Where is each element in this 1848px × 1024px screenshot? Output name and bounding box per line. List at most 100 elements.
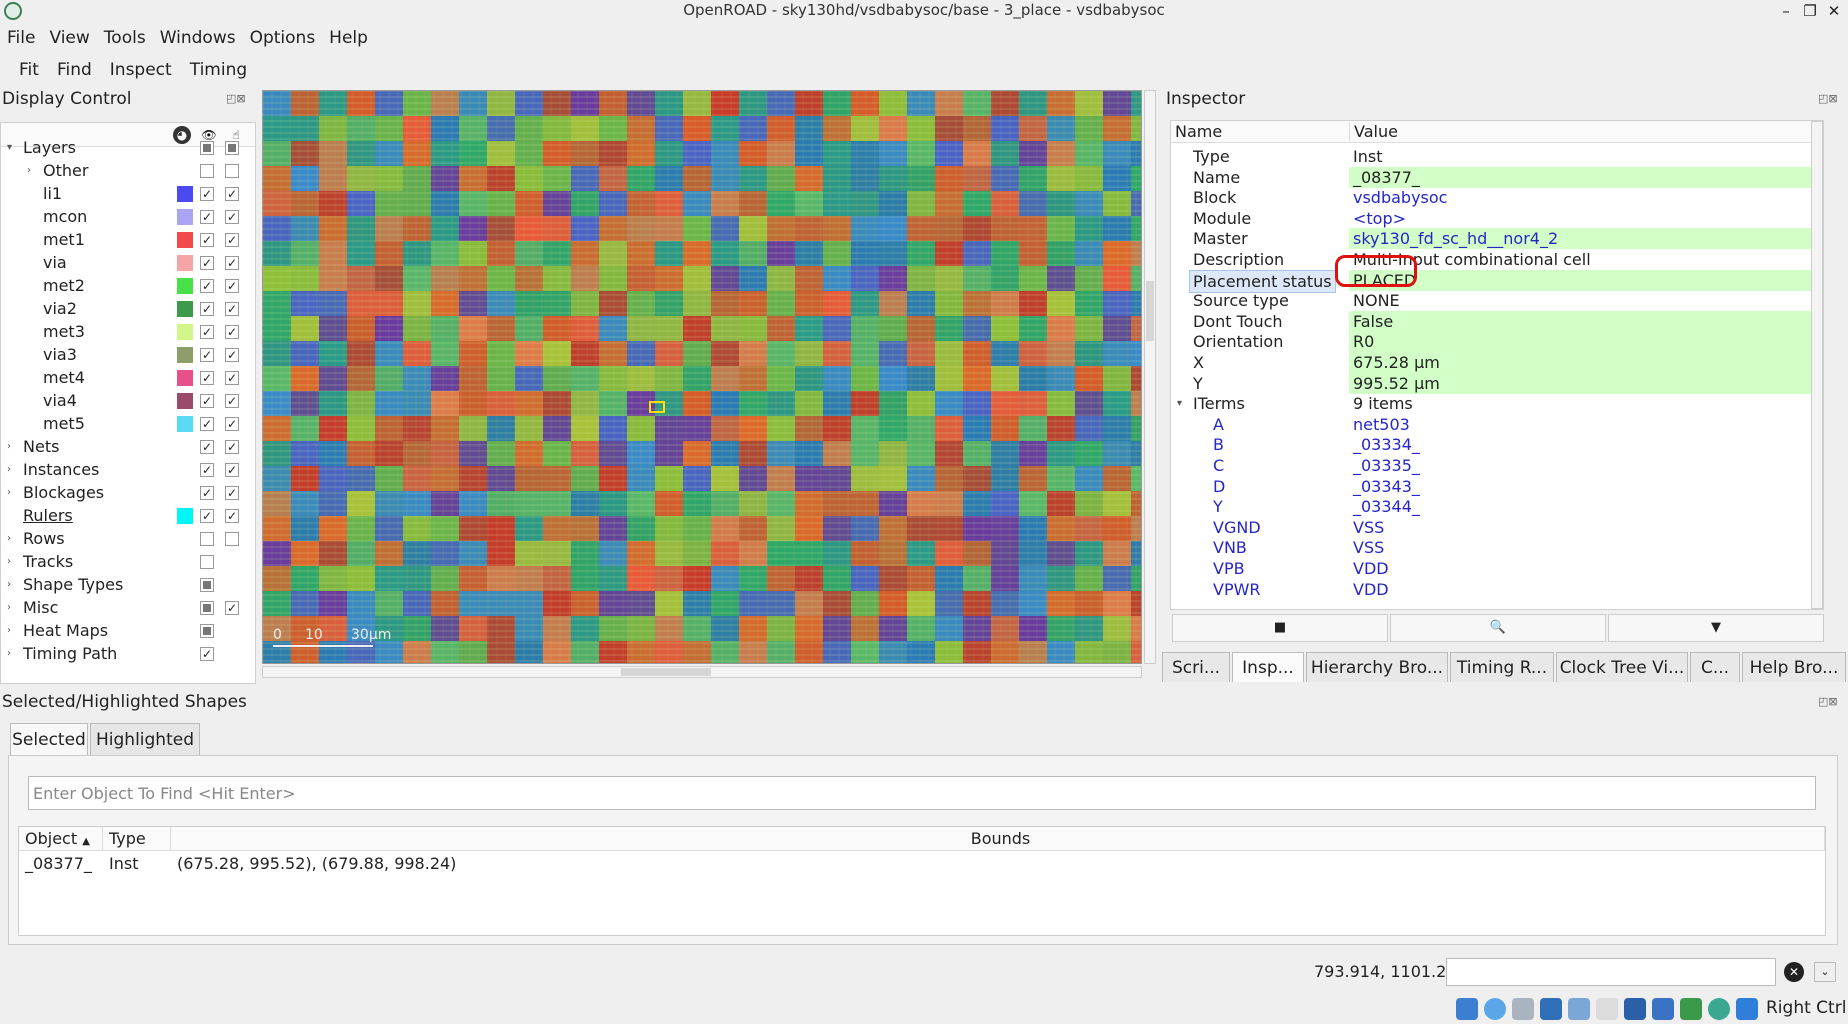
optical-drive-icon[interactable] (1484, 998, 1506, 1020)
tree-row[interactable]: Rulers ✓ ✓ (1, 504, 255, 527)
layout-horizontal-scrollbar[interactable] (262, 666, 1142, 678)
layer-color-swatch[interactable] (177, 347, 193, 363)
tree-row[interactable]: met4 ✓ ✓ (1, 366, 255, 389)
tree-row[interactable]: via4 ✓ ✓ (1, 389, 255, 412)
restore-button[interactable]: ❐ (1798, 0, 1822, 22)
expand-arrow-icon[interactable]: › (7, 642, 19, 665)
inspector-row[interactable]: Type Inst (1171, 146, 1811, 167)
tree-row[interactable]: li1 ✓ ✓ (1, 182, 255, 205)
selectable-checkbox[interactable]: ✓ (225, 463, 239, 477)
selectable-checkbox[interactable]: ✓ (225, 371, 239, 385)
tree-row[interactable]: met3 ✓ ✓ (1, 320, 255, 343)
layer-color-swatch[interactable] (177, 301, 193, 317)
layout-hscroll-thumb[interactable] (621, 668, 711, 676)
layer-color-swatch[interactable] (177, 186, 193, 202)
clear-icon[interactable]: ✕ (1784, 962, 1804, 982)
iterm-pin[interactable]: VNB (1213, 537, 1247, 558)
layer-color-swatch[interactable] (177, 370, 193, 386)
download-icon[interactable] (1736, 998, 1758, 1020)
visible-checkbox[interactable]: ✓ (200, 647, 214, 661)
shared-folders-icon[interactable] (1540, 998, 1562, 1020)
iterm-net[interactable]: _03344_ (1349, 496, 1819, 517)
selectable-checkbox[interactable]: ✓ (225, 601, 239, 615)
globe-icon[interactable] (1708, 998, 1730, 1020)
iterm-pin[interactable]: Y (1213, 496, 1223, 517)
screen-icon[interactable] (1624, 998, 1646, 1020)
selectable-checkbox[interactable]: ✓ (225, 486, 239, 500)
zoom-icon[interactable]: 🔍 (1390, 614, 1606, 642)
cell-object[interactable]: _08377_ (19, 852, 103, 876)
display-icon[interactable] (1596, 998, 1618, 1020)
cpu-icon[interactable] (1680, 998, 1702, 1020)
tree-row[interactable]: met5 ✓ ✓ (1, 412, 255, 435)
tree-row[interactable]: › Heat Maps (1, 619, 255, 642)
expand-arrow-icon[interactable]: › (27, 159, 39, 182)
find-button[interactable]: Find (48, 54, 101, 86)
selectable-checkbox[interactable]: ✓ (225, 440, 239, 454)
iterm-net[interactable]: VSS (1349, 517, 1819, 538)
status-command-input[interactable] (1446, 958, 1776, 986)
layer-color-swatch[interactable] (177, 324, 193, 340)
iterm-row[interactable]: VPWR VDD (1171, 579, 1811, 600)
tree-row[interactable]: met2 ✓ ✓ (1, 274, 255, 297)
expand-arrow-icon[interactable]: › (7, 458, 19, 481)
iterm-net[interactable]: _03335_ (1349, 455, 1819, 476)
layout-vertical-scrollbar[interactable] (1144, 90, 1156, 664)
visible-checkbox[interactable] (200, 532, 214, 546)
expand-arrow-icon[interactable]: › (7, 481, 19, 504)
expand-arrow-icon[interactable]: › (7, 619, 19, 642)
selectable-checkbox[interactable]: ✓ (225, 256, 239, 270)
iterm-row[interactable]: Y _03344_ (1171, 496, 1811, 517)
selectable-checkbox[interactable] (225, 532, 239, 546)
inspector-row[interactable]: Placement status PLACED (1171, 269, 1819, 293)
inspector-row[interactable]: Block vsdbabysoc (1171, 187, 1811, 208)
iterm-row[interactable]: VGND VSS (1171, 517, 1811, 538)
inspector-row[interactable]: Name _08377_ (1171, 166, 1819, 188)
visible-checkbox[interactable]: ✓ (200, 325, 214, 339)
layer-color-swatch[interactable] (177, 416, 193, 432)
tree-row[interactable]: › Nets ✓ ✓ (1, 435, 255, 458)
tab-scripting[interactable]: Scri... (1162, 652, 1230, 682)
iterm-pin[interactable]: VGND (1213, 517, 1261, 538)
inspector-row[interactable]: Description Multi-Input combinational cel… (1171, 249, 1811, 270)
visible-checkbox[interactable]: ✓ (200, 210, 214, 224)
inspector-row[interactable]: X 675.28 μm (1171, 352, 1819, 373)
inspector-prop-value[interactable]: <top> (1349, 208, 1819, 229)
col-type[interactable]: Type (103, 827, 171, 851)
visible-checkbox[interactable]: ✓ (200, 394, 214, 408)
cell-bounds[interactable]: (675.28, 995.52), (679.88, 998.24) (171, 852, 771, 876)
menu-windows[interactable]: Windows (153, 24, 243, 52)
expand-arrow-icon[interactable]: › (7, 550, 19, 573)
tree-row[interactable]: › Timing Path ✓ (1, 642, 255, 665)
layer-color-swatch[interactable] (177, 209, 193, 225)
inspector-scrollbar[interactable] (1811, 121, 1823, 609)
iterm-pin[interactable]: VPB (1213, 558, 1245, 579)
selectable-checkbox[interactable] (225, 141, 239, 155)
tree-row[interactable]: mcon ✓ ✓ (1, 205, 255, 228)
inspector-row[interactable]: Dont Touch False (1171, 310, 1819, 332)
iterm-net[interactable]: VSS (1349, 537, 1819, 558)
close-button[interactable]: ✕ (1822, 0, 1846, 22)
tree-row[interactable]: › Tracks (1, 550, 255, 573)
selectable-checkbox[interactable]: ✓ (225, 417, 239, 431)
layer-color-swatch[interactable] (177, 255, 193, 271)
tree-row[interactable]: via2 ✓ ✓ (1, 297, 255, 320)
expand-arrow-icon[interactable]: › (7, 573, 19, 596)
selectable-checkbox[interactable]: ✓ (225, 210, 239, 224)
network-icon[interactable] (1568, 998, 1590, 1020)
selectable-checkbox[interactable]: ✓ (225, 302, 239, 316)
minimize-button[interactable]: – (1774, 0, 1798, 22)
tree-row[interactable]: › Other (1, 159, 255, 182)
inspector-table[interactable]: Name Value Type Inst Name _08377_ Block vsdba… (1170, 120, 1824, 610)
tree-row[interactable]: › Rows (1, 527, 255, 550)
cell-type[interactable]: Inst (103, 852, 171, 876)
visible-checkbox[interactable]: ✓ (200, 302, 214, 316)
iterm-net[interactable]: VDD (1349, 558, 1819, 579)
inspector-row[interactable]: Source type NONE (1171, 290, 1811, 311)
inspect-button[interactable]: Inspect (101, 54, 181, 86)
visible-checkbox[interactable] (200, 601, 214, 615)
visible-checkbox[interactable]: ✓ (200, 233, 214, 247)
iterm-net[interactable]: _03343_ (1349, 476, 1819, 497)
audio-icon[interactable] (1456, 998, 1478, 1020)
visible-checkbox[interactable]: ✓ (200, 417, 214, 431)
